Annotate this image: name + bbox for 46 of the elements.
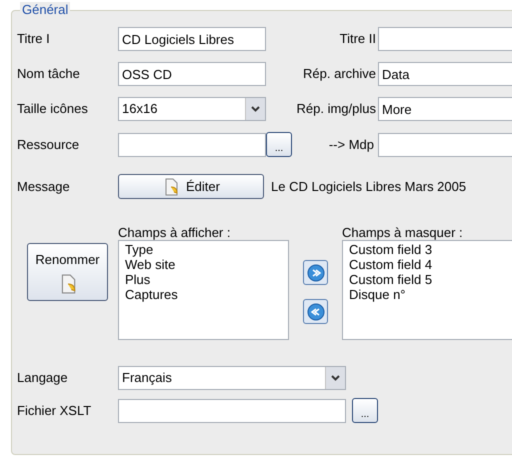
field-label: Langage: [17, 369, 69, 388]
field-label: Titre I: [17, 30, 51, 48]
list-item[interactable]: Disque n°: [349, 287, 506, 302]
move-left-button[interactable]: [303, 299, 328, 324]
list-title: Champs à afficher :: [118, 224, 232, 240]
field-label: Taille icônes: [17, 100, 89, 118]
list-title: Champs à masquer :: [342, 224, 464, 240]
dropdown-button[interactable]: [245, 98, 265, 120]
dropdown-button[interactable]: [325, 367, 345, 389]
text-field[interactable]: [118, 132, 266, 156]
list-item[interactable]: Plus: [125, 272, 282, 287]
browse-button[interactable]: ...: [352, 398, 378, 423]
list-item[interactable]: Type: [125, 242, 282, 257]
chevron-down-icon: [331, 375, 340, 381]
edit-button[interactable]: Éditer: [118, 174, 264, 199]
chevron-down-icon: [251, 106, 260, 112]
text-field[interactable]: CD Logiciels Libres: [118, 27, 266, 51]
list-box[interactable]: Custom field 3 Custom field 4 Custom field 5 Disque n°: [342, 240, 512, 340]
text-field[interactable]: More: [378, 97, 512, 121]
move-right-button[interactable]: [303, 260, 328, 285]
browse-button[interactable]: ...: [266, 132, 292, 157]
text-field[interactable]: [118, 398, 346, 422]
field-label: Fichier XSLT: [17, 402, 92, 420]
combo-box[interactable]: 16x16: [118, 97, 266, 121]
field-label: Nom tâche: [17, 65, 81, 84]
field-label: Rép. archive: [303, 65, 376, 84]
field-label: --> Mdp: [328, 136, 375, 154]
list-item[interactable]: Web site: [125, 257, 282, 272]
text-field[interactable]: Data: [378, 62, 512, 86]
combo-value: Français: [122, 369, 172, 388]
rename-button[interactable]: Renommer: [27, 243, 108, 301]
field-label: Titre II: [340, 30, 376, 48]
text-field[interactable]: [378, 27, 512, 51]
field-label: Message: [17, 178, 71, 196]
list-item[interactable]: Captures: [125, 287, 282, 302]
text-field[interactable]: [378, 132, 512, 156]
list-box[interactable]: Type Web site Plus Captures: [118, 240, 289, 340]
combo-box[interactable]: Français: [118, 366, 346, 390]
list-item[interactable]: Custom field 5: [349, 272, 506, 287]
field-label: Rép. img/plus: [296, 100, 376, 118]
message-text: Le CD Logiciels Libres Mars 2005: [271, 178, 466, 196]
combo-value: 16x16: [122, 100, 158, 118]
text-field[interactable]: OSS CD: [118, 62, 266, 86]
field-label: Ressource: [17, 136, 80, 154]
list-item[interactable]: Custom field 3: [349, 242, 506, 257]
list-item[interactable]: Custom field 4: [349, 257, 506, 272]
